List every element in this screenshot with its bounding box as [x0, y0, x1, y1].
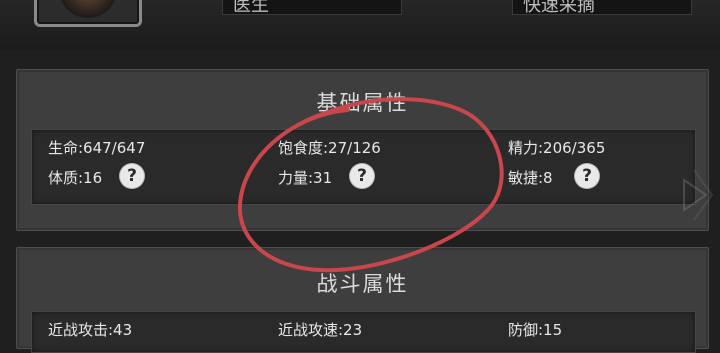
strength-help-icon[interactable]: ?	[350, 164, 374, 188]
profession-value: 医生	[233, 0, 269, 15]
combat-attributes-panel: 战斗属性 近战攻击:43 近战攻速:23 防御:15	[16, 247, 709, 353]
character-portrait	[34, 0, 142, 27]
trait-field: 快速采摘	[512, 0, 692, 15]
strength-stat: 力量:31	[278, 169, 333, 187]
side-decoration-icon	[683, 169, 714, 221]
basic-attributes-panel: 基础属性 生命:647/647 饱食度:27/126 精力:206/365 体质…	[16, 69, 709, 231]
energy-stat: 精力:206/365	[508, 139, 606, 157]
melee-speed-stat: 近战攻速:23	[278, 321, 363, 339]
satiety-stat: 饱食度:27/126	[278, 139, 381, 157]
character-header: 医生 快速采摘	[0, 0, 720, 50]
combat-attributes-title: 战斗属性	[316, 272, 409, 296]
portrait-image	[59, 0, 117, 18]
profession-field: 医生	[222, 0, 402, 15]
trait-value: 快速采摘	[523, 0, 595, 15]
basic-attributes-title: 基础属性	[316, 91, 409, 115]
constitution-help-icon[interactable]: ?	[120, 164, 144, 188]
melee-attack-stat: 近战攻击:43	[48, 321, 133, 339]
constitution-stat: 体质:16	[48, 169, 103, 187]
combat-attributes-box: 近战攻击:43 近战攻速:23 防御:15	[31, 311, 696, 353]
agility-stat: 敏捷:8	[508, 169, 553, 187]
basic-attributes-box: 生命:647/647 饱食度:27/126 精力:206/365 体质:16 ?…	[31, 129, 696, 205]
defense-stat: 防御:15	[508, 321, 563, 339]
hp-stat: 生命:647/647	[48, 139, 146, 157]
agility-help-icon[interactable]: ?	[575, 164, 599, 188]
